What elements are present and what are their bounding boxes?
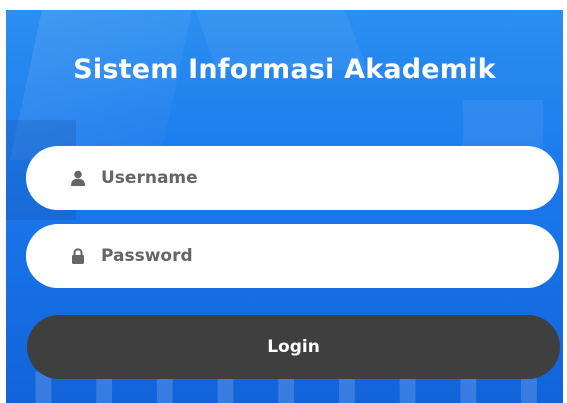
username-input[interactable] [101, 168, 521, 188]
password-input[interactable] [101, 246, 521, 266]
user-icon [70, 170, 86, 186]
login-button[interactable]: Login [27, 315, 560, 379]
page-title: Sistem Informasi Akademik [73, 54, 496, 85]
login-panel: ▌ ▌ ▌ ▌ ▌ ▌ ▌ ▌ ▌ Sistem Informasi Akade… [6, 10, 563, 403]
password-field[interactable] [26, 224, 559, 288]
lock-icon [70, 248, 86, 264]
username-field[interactable] [26, 146, 559, 210]
